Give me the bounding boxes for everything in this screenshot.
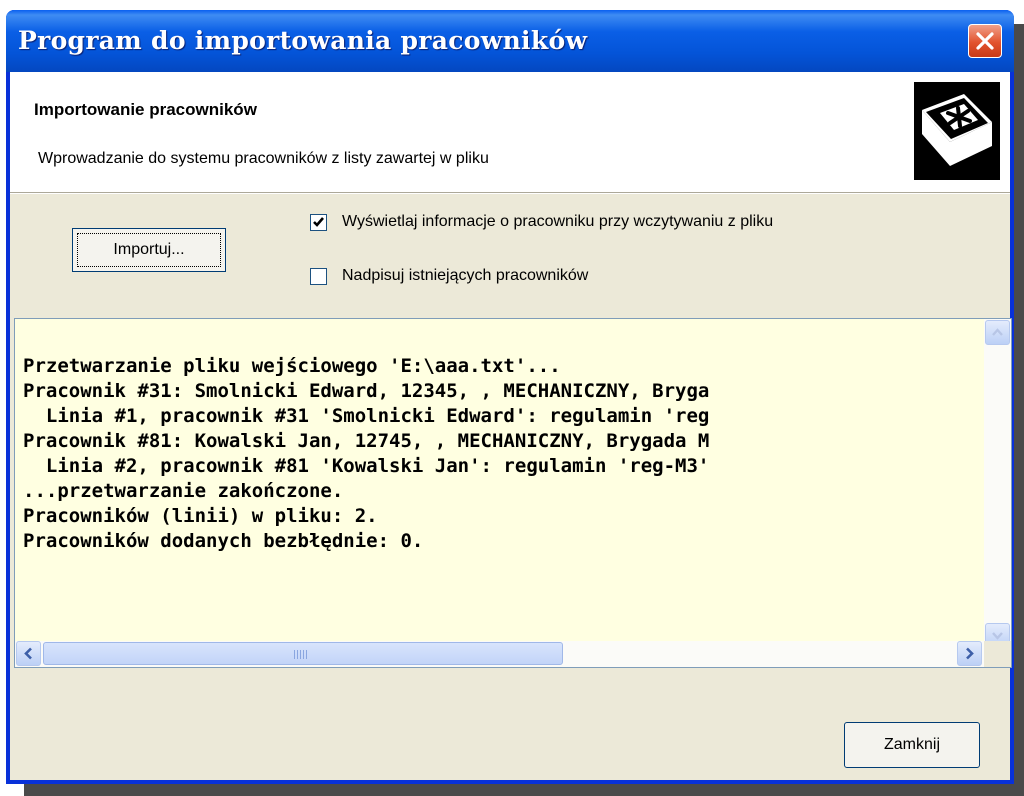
window-title: Program do importowania pracowników <box>18 26 588 55</box>
scroll-right-button[interactable] <box>957 641 982 666</box>
chevron-up-icon <box>992 328 1003 336</box>
log-line: ...przetwarzanie zakończone. <box>23 480 344 502</box>
scroll-left-button[interactable] <box>16 641 41 666</box>
chevron-right-icon <box>966 647 974 660</box>
dialog-body: Importowanie pracowników Wprowadzanie do… <box>10 72 1012 780</box>
vertical-scrollbar[interactable] <box>984 319 1011 649</box>
close-icon <box>976 32 994 50</box>
wizard-header: Importowanie pracowników Wprowadzanie do… <box>10 72 1010 192</box>
chevron-left-icon <box>24 647 32 660</box>
overwrite-label: Nadpisuj istniejących pracowników <box>342 267 589 284</box>
header-title: Importowanie pracowników <box>34 100 257 119</box>
log-line: Pracownik #31: Smolnicki Edward, 12345, … <box>23 380 710 402</box>
log-line: Przetwarzanie pliku wejściowego 'E:\aaa.… <box>23 355 561 377</box>
title-bar[interactable]: Program do importowania pracowników <box>6 10 1014 72</box>
close-button-label: Zamknij <box>883 736 940 753</box>
scroll-up-button[interactable] <box>985 320 1010 345</box>
checkmark-icon <box>313 217 324 227</box>
overwrite-checkbox[interactable] <box>310 268 327 285</box>
log-line: Pracowników (linii) w pliku: 2. <box>23 505 378 527</box>
log-line: Linia #1, pracownik #31 'Smolnicki Edwar… <box>23 405 710 427</box>
focus-rect <box>77 233 221 267</box>
scrollbar-corner <box>984 641 1011 667</box>
horizontal-scroll-thumb[interactable] <box>43 642 563 665</box>
import-button[interactable]: Importuj... <box>72 228 226 272</box>
window-close-button[interactable] <box>968 24 1002 58</box>
log-line: Pracownik #81: Kowalski Jan, 12745, , ME… <box>23 430 710 452</box>
log-line: Linia #2, pracownik #81 'Kowalski Jan': … <box>23 455 710 477</box>
dialog-window: Program do importowania pracowników Impo… <box>6 10 1014 784</box>
grip-lines <box>294 650 308 659</box>
header-separator-highlight <box>10 193 1010 194</box>
horizontal-scrollbar[interactable] <box>15 641 1011 667</box>
close-button[interactable]: Zamknij <box>844 722 980 768</box>
log-line: Pracowników dodanych bezbłędnie: 0. <box>23 530 424 552</box>
show-info-label: Wyświetlaj informacje o pracowniku przy … <box>342 213 774 230</box>
asterisk-key-icon <box>914 82 1000 180</box>
show-info-checkbox[interactable] <box>310 214 327 231</box>
header-subtitle: Wprowadzanie do systemu pracowników z li… <box>38 150 489 167</box>
import-log[interactable]: Przetwarzanie pliku wejściowego 'E:\aaa.… <box>14 318 1012 668</box>
